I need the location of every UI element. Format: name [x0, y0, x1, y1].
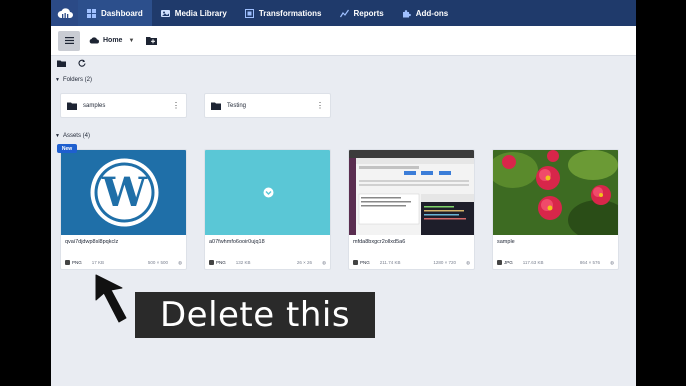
asset-meta: PNG 211.74 KB 1280 × 720 ◍ [349, 256, 474, 269]
image-type-icon [353, 260, 358, 265]
flower-photo-image [493, 150, 618, 235]
asset-size: 117.63 KB [522, 260, 544, 265]
assets-section-header[interactable]: ▼ Assets (4) [55, 133, 90, 139]
video-letterbox-left [0, 0, 51, 386]
nav-label-media-library: Media Library [174, 8, 227, 18]
asset-format: PNG [353, 260, 370, 265]
transformations-icon [244, 8, 254, 18]
nav-label-reports: Reports [353, 8, 384, 18]
pointer-arrow-icon [95, 274, 127, 323]
asset-size: 211.74 KB [379, 260, 401, 265]
tutorial-caption: Delete this [135, 292, 375, 338]
hamburger-icon [64, 37, 74, 44]
asset-size: 132 KB [235, 260, 251, 265]
folder-card[interactable]: Testing ⋮ [204, 93, 331, 118]
add-folder-button[interactable] [146, 32, 158, 50]
addons-icon [402, 9, 411, 17]
image-type-icon [209, 260, 214, 265]
collapse-triangle-icon: ▼ [55, 77, 60, 83]
reports-icon [339, 9, 349, 17]
collapse-triangle-icon: ▼ [55, 133, 60, 139]
kebab-menu-icon[interactable]: ⋮ [172, 101, 180, 110]
secondary-toolbar [51, 56, 636, 70]
folder-icon [211, 102, 221, 110]
asset-name: mfda8bxgcr2ollxd5a6 [353, 239, 406, 245]
folder-icon [67, 102, 77, 110]
image-type-icon [497, 260, 502, 265]
nav-item-dashboard[interactable]: Dashboard [78, 0, 152, 26]
cloud-logo-icon [57, 8, 73, 18]
cloud-icon [89, 37, 99, 44]
asset-meta: PNG 132 KB 26 × 26 ◍ [205, 256, 330, 269]
nav-item-reports[interactable]: Reports [331, 0, 393, 26]
asset-size: 17 KB [91, 260, 105, 265]
nav-label-dashboard: Dashboard [101, 8, 143, 18]
folder-view-icon[interactable] [57, 60, 66, 67]
asset-card[interactable]: W qvai7djdwp8sl8pqkclz PNG 17 KB 500 × 5… [60, 149, 187, 270]
hamburger-menu-button[interactable] [58, 30, 80, 51]
wordpress-logo-image: W [90, 158, 159, 227]
nav-item-media-library[interactable]: Media Library [152, 0, 236, 26]
svg-text:W: W [101, 169, 148, 216]
video-letterbox-right [636, 0, 686, 386]
asset-name: a07fwhmfo6ooir0ujq18 [209, 239, 265, 245]
asset-card[interactable]: a07fwhmfo6ooir0ujq18 PNG 132 KB 26 × 26 … [204, 149, 331, 270]
breadcrumb-home[interactable]: Home ▼ [89, 37, 134, 44]
asset-name: qvai7djdwp8sl8pqkclz [65, 239, 119, 245]
asset-thumbnail[interactable] [205, 150, 330, 235]
cloudinary-logo[interactable] [51, 0, 78, 26]
chevron-down-icon: ▼ [128, 37, 135, 44]
nav-label-addons: Add-ons [415, 8, 449, 18]
globe-icon: ◍ [178, 259, 182, 265]
folder-name: Testing [227, 102, 247, 109]
folders-title: Folders (2) [62, 77, 92, 83]
asset-dimensions: 864 × 576 [579, 260, 601, 265]
asset-format-label: PNG [360, 260, 370, 265]
asset-format-label: PNG [216, 260, 226, 265]
asset-format-label: PNG [72, 260, 82, 265]
nav-label-transformations: Transformations [258, 8, 322, 18]
nav-item-addons[interactable]: Add-ons [393, 0, 457, 26]
folders-section-header[interactable]: ▼ Folders (2) [55, 77, 92, 83]
dashboard-icon [87, 8, 96, 18]
nav-item-transformations[interactable]: Transformations [236, 0, 331, 26]
screenshot-image [349, 150, 474, 235]
chevron-circle-icon [263, 187, 274, 198]
asset-format-label: JPG [504, 260, 513, 265]
asset-dimensions: 1280 × 720 [433, 260, 457, 265]
asset-format: JPG [497, 260, 513, 265]
asset-thumbnail[interactable]: W [61, 150, 186, 235]
globe-icon: ◍ [322, 259, 326, 265]
new-badge: New [57, 144, 77, 153]
top-navigation: Dashboard Media Library Transformations … [51, 0, 636, 26]
asset-card[interactable]: mfda8bxgcr2ollxd5a6 PNG 211.74 KB 1280 ×… [348, 149, 475, 270]
kebab-menu-icon[interactable]: ⋮ [316, 101, 324, 110]
folder-card[interactable]: samples ⋮ [60, 93, 187, 118]
globe-icon: ◍ [466, 259, 470, 265]
folder-name: samples [83, 102, 106, 109]
asset-meta: PNG 17 KB 500 × 500 ◍ [61, 256, 186, 269]
refresh-icon[interactable] [78, 59, 86, 67]
asset-thumbnail[interactable] [493, 150, 618, 235]
assets-title: Assets (4) [62, 133, 90, 139]
image-type-icon [65, 260, 70, 265]
asset-thumbnail[interactable] [349, 150, 474, 235]
asset-name: sample [497, 239, 515, 245]
asset-card[interactable]: sample JPG 117.63 KB 864 × 576 ◍ [492, 149, 619, 270]
asset-dimensions: 26 × 26 [296, 260, 313, 265]
add-folder-icon [146, 36, 158, 45]
asset-meta: JPG 117.63 KB 864 × 576 ◍ [493, 256, 618, 269]
library-toolbar: Home ▼ [51, 26, 636, 56]
breadcrumb-home-label: Home [103, 37, 123, 44]
globe-icon: ◍ [610, 259, 614, 265]
asset-format: PNG [209, 260, 226, 265]
asset-dimensions: 500 × 500 [147, 260, 169, 265]
media-library-app: Dashboard Media Library Transformations … [51, 0, 636, 386]
media-library-icon [160, 9, 170, 17]
asset-format: PNG [65, 260, 82, 265]
